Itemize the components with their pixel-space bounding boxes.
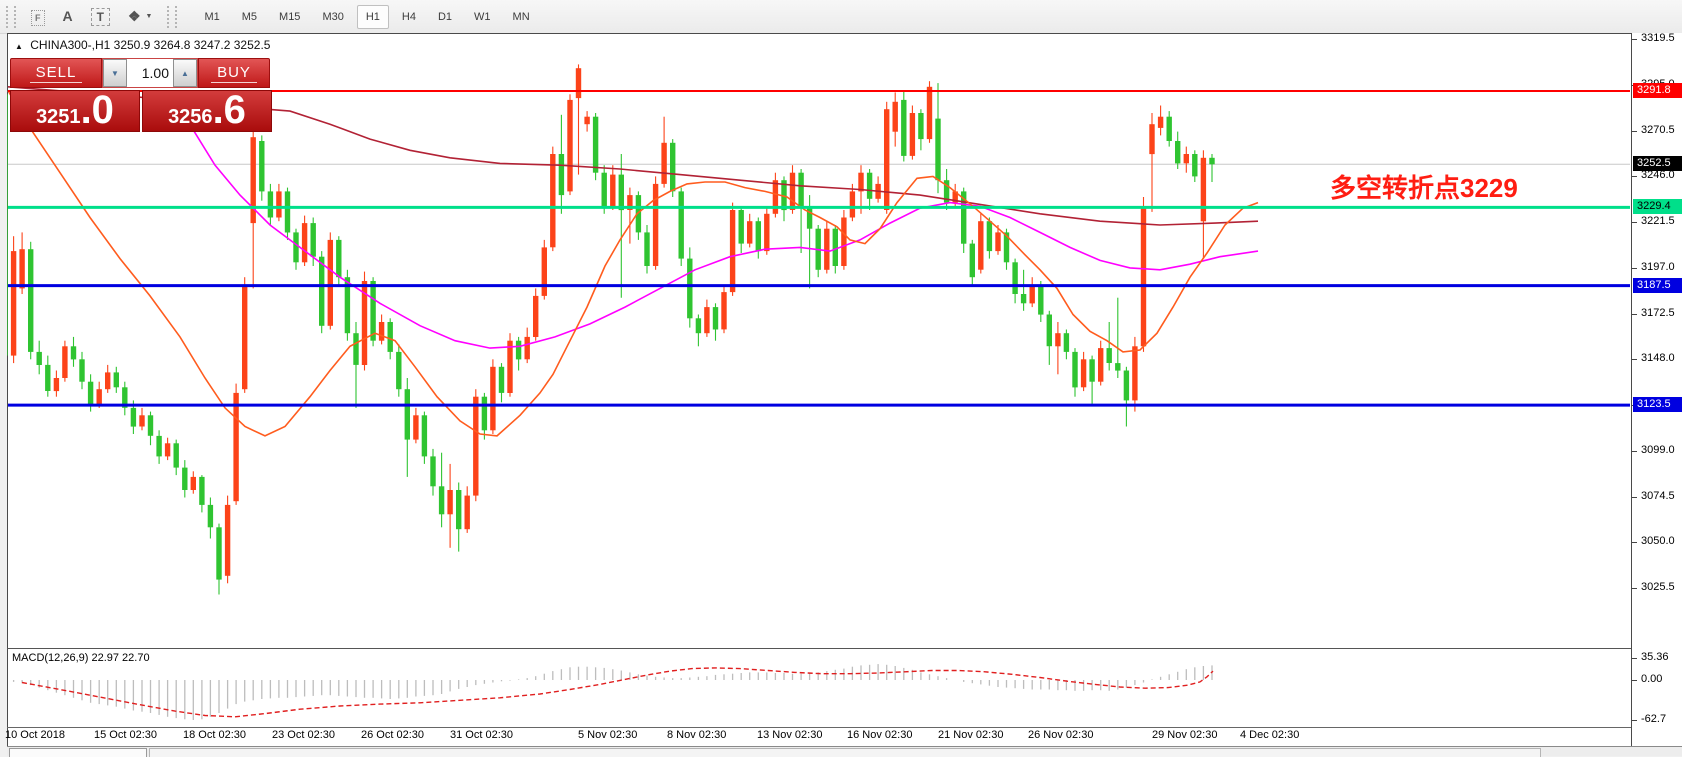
price-level-tag: 3252.5 bbox=[1633, 156, 1682, 171]
tf-button-m1[interactable]: M1 bbox=[195, 5, 228, 29]
shapes-icon[interactable]: ❖▼ bbox=[128, 8, 153, 25]
macd-indicator-pane[interactable] bbox=[7, 650, 1631, 727]
price-tick-label: 3099.0 bbox=[1641, 444, 1675, 456]
date-tick-label: 31 Oct 02:30 bbox=[450, 729, 513, 741]
chart-tab[interactable] bbox=[9, 748, 147, 757]
axis-tick-mark bbox=[1632, 658, 1637, 659]
buy-price-main: 3256 bbox=[168, 96, 213, 129]
tf-button-m5[interactable]: M5 bbox=[233, 5, 266, 29]
toolbar-grip-2[interactable] bbox=[167, 6, 177, 28]
chart-annotation: 多空转折点3229 bbox=[1330, 168, 1518, 205]
tf-button-d1[interactable]: D1 bbox=[429, 5, 461, 29]
axis-tick-mark bbox=[1632, 720, 1637, 721]
buy-price-fraction: .6 bbox=[213, 91, 246, 129]
date-tick-label: 23 Oct 02:30 bbox=[272, 729, 335, 741]
timeframe-bar: M1M5M15M30H1H4D1W1MN bbox=[193, 5, 540, 29]
price-axis[interactable]: 3319.53295.03270.53246.03221.53197.03172… bbox=[1631, 33, 1682, 746]
text-box-icon[interactable]: T bbox=[91, 8, 110, 26]
volume-decrease-button[interactable]: ▼ bbox=[103, 59, 127, 87]
axis-tick-mark bbox=[1632, 542, 1637, 543]
date-tick-label: 15 Oct 02:30 bbox=[94, 729, 157, 741]
price-tick-label: 3050.0 bbox=[1641, 535, 1675, 547]
date-tick-label: 8 Nov 02:30 bbox=[667, 729, 726, 741]
date-tick-label: 29 Nov 02:30 bbox=[1152, 729, 1217, 741]
xaxis-divider bbox=[7, 727, 1681, 728]
chart-ohlc: 3250.9 3264.8 3247.2 3252.5 bbox=[114, 38, 271, 52]
pane-divider[interactable] bbox=[7, 648, 1681, 649]
date-tick-label: 4 Dec 02:30 bbox=[1240, 729, 1299, 741]
buy-button[interactable]: BUY bbox=[198, 58, 270, 88]
chart-symbol: CHINA300-,H1 bbox=[30, 38, 110, 52]
toolbar: F A T ❖▼ M1M5M15M30H1H4D1W1MN bbox=[0, 0, 1682, 34]
date-tick-label: 13 Nov 02:30 bbox=[757, 729, 822, 741]
date-tick-label: 16 Nov 02:30 bbox=[847, 729, 912, 741]
axis-tick-mark bbox=[1632, 176, 1637, 177]
drawing-tools: F A T ❖▼ bbox=[22, 8, 161, 26]
date-tick-label: 5 Nov 02:30 bbox=[578, 729, 637, 741]
tf-button-mn[interactable]: MN bbox=[504, 5, 539, 29]
price-tick-label: 3148.0 bbox=[1641, 352, 1675, 364]
price-level-tag: 3229.4 bbox=[1633, 199, 1682, 214]
axis-tick-mark bbox=[1632, 451, 1637, 452]
date-tick-label: 26 Nov 02:30 bbox=[1028, 729, 1093, 741]
text-label-icon[interactable]: A bbox=[63, 8, 73, 24]
macd-tick-label: -62.7 bbox=[1641, 713, 1666, 725]
sell-button[interactable]: SELL bbox=[10, 58, 102, 88]
sell-price-main: 3251 bbox=[36, 96, 81, 129]
tf-button-h4[interactable]: H4 bbox=[393, 5, 425, 29]
price-tick-label: 3221.5 bbox=[1641, 215, 1675, 227]
macd-tick-label: 35.36 bbox=[1641, 651, 1669, 663]
dropdown-caret-icon[interactable]: ▼ bbox=[146, 13, 153, 20]
tf-button-h1[interactable]: H1 bbox=[357, 5, 389, 29]
axis-tick-mark bbox=[1632, 680, 1637, 681]
volume-increase-button[interactable]: ▲ bbox=[173, 59, 197, 87]
tab-bar-empty bbox=[149, 748, 1541, 757]
price-level-tag: 3123.5 bbox=[1633, 397, 1682, 412]
axis-tick-mark bbox=[1632, 314, 1637, 315]
volume-spinner: ▼ ▲ bbox=[102, 58, 198, 88]
axis-tick-mark bbox=[1632, 222, 1637, 223]
price-tick-label: 3074.5 bbox=[1641, 490, 1675, 502]
sell-price-fraction: .0 bbox=[81, 91, 114, 129]
date-tick-label: 21 Nov 02:30 bbox=[938, 729, 1003, 741]
one-click-trade-panel: SELL ▼ ▲ BUY 3251 .0 3256 .6 bbox=[10, 58, 272, 132]
toolbar-grip[interactable] bbox=[6, 6, 16, 28]
volume-input[interactable] bbox=[127, 59, 173, 87]
date-tick-label: 10 Oct 2018 bbox=[5, 729, 65, 741]
collapse-triangle-icon[interactable]: ▲ bbox=[15, 42, 23, 51]
tf-button-m15[interactable]: M15 bbox=[270, 5, 309, 29]
axis-tick-mark bbox=[1632, 39, 1637, 40]
price-tick-label: 3197.0 bbox=[1641, 261, 1675, 273]
macd-indicator-label: MACD(12,26,9) 22.97 22.70 bbox=[12, 652, 150, 664]
tf-button-m30[interactable]: M30 bbox=[313, 5, 352, 29]
price-tick-label: 3270.5 bbox=[1641, 124, 1675, 136]
sell-price-box[interactable]: 3251 .0 bbox=[10, 90, 140, 132]
axis-tick-mark bbox=[1632, 497, 1637, 498]
grid-anchor-icon[interactable]: F bbox=[31, 10, 45, 26]
date-tick-label: 26 Oct 02:30 bbox=[361, 729, 424, 741]
price-level-tag: 3187.5 bbox=[1633, 278, 1682, 293]
date-axis[interactable]: 10 Oct 2018 15 Oct 02:30 18 Oct 02:30 23 Oc… bbox=[7, 729, 1631, 746]
tf-button-w1[interactable]: W1 bbox=[465, 5, 500, 29]
macd-tick-label: 0.00 bbox=[1641, 673, 1662, 685]
price-tick-label: 3025.5 bbox=[1641, 581, 1675, 593]
price-level-tag: 3291.8 bbox=[1633, 83, 1682, 98]
date-tick-label: 18 Oct 02:30 bbox=[183, 729, 246, 741]
price-tick-label: 3172.5 bbox=[1641, 307, 1675, 319]
axis-tick-mark bbox=[1632, 268, 1637, 269]
axis-tick-mark bbox=[1632, 588, 1637, 589]
buy-price-box[interactable]: 3256 .6 bbox=[142, 90, 272, 132]
axis-tick-mark bbox=[1632, 131, 1637, 132]
axis-tick-mark bbox=[1632, 359, 1637, 360]
chart-title: ▲ CHINA300-,H1 3250.9 3264.8 3247.2 3252… bbox=[15, 38, 270, 52]
price-tick-label: 3319.5 bbox=[1641, 32, 1675, 44]
